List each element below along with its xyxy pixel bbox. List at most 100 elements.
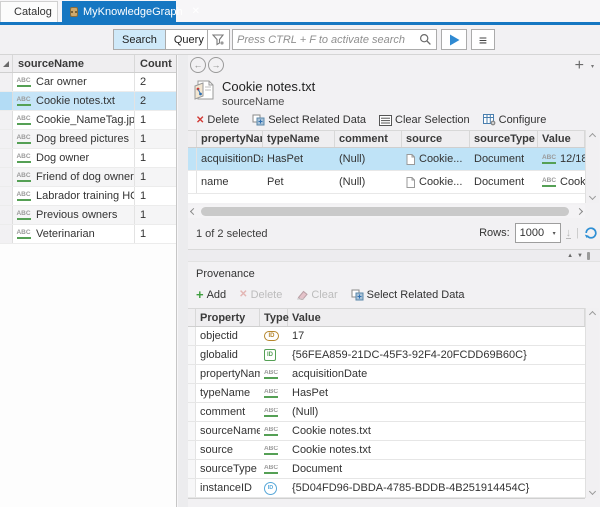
source-row[interactable]: ABCDog breed pictures1: [0, 130, 176, 149]
record-row[interactable]: acquisitionDateHasPet(Null)Cookie...Docu…: [188, 148, 585, 171]
provenance-row[interactable]: sourceABCCookie notes.txt: [188, 441, 585, 460]
record-row[interactable]: namePet(Null)Cookie...DocumentABCCookie: [188, 171, 585, 194]
provenance-row[interactable]: propertyNameABCacquisitionDate: [188, 365, 585, 384]
source-row[interactable]: ABCFriend of dog owner1: [0, 168, 176, 187]
vertical-splitter[interactable]: [178, 55, 188, 507]
select-related-data-button[interactable]: Select Related Data: [252, 114, 366, 126]
provenance-title: Provenance: [196, 268, 255, 280]
col-property[interactable]: Property: [196, 309, 260, 326]
row-selector[interactable]: [0, 206, 13, 224]
row-selector[interactable]: [188, 441, 196, 459]
row-selector[interactable]: [188, 422, 196, 440]
configure-button[interactable]: Configure: [483, 114, 547, 126]
source-row[interactable]: ABCVeterinarian1: [0, 225, 176, 244]
scroll-down-icon[interactable]: [589, 488, 596, 495]
provenance-toolbar: + Add ✕ Delete Clear Select Related Data: [196, 286, 596, 303]
row-selector[interactable]: [0, 149, 13, 167]
row-selector[interactable]: [0, 92, 13, 110]
col-source[interactable]: source: [402, 131, 470, 147]
provenance-row[interactable]: objectidID17: [188, 327, 585, 346]
col-value[interactable]: Value: [538, 131, 585, 147]
tab-catalog[interactable]: Catalog: [0, 1, 58, 22]
row-selector[interactable]: [0, 187, 13, 205]
row-selector[interactable]: [0, 73, 13, 91]
collapse-down-icon[interactable]: ▼: [577, 253, 583, 259]
row-selector[interactable]: [188, 460, 196, 478]
source-row[interactable]: ABCDog owner1: [0, 149, 176, 168]
delete-button[interactable]: ✕ Delete: [196, 114, 239, 126]
provenance-row[interactable]: typeNameABCHasPet: [188, 384, 585, 403]
refresh-icon[interactable]: [584, 226, 598, 240]
sourcename-column-header[interactable]: sourceName: [13, 58, 134, 70]
provenance-row[interactable]: instanceIDID{5D04FD96-DBDA-4785-BDDB-4B2…: [188, 479, 585, 498]
records-vertical-scrollbar[interactable]: [585, 130, 599, 203]
expand-corner-icon[interactable]: [0, 55, 13, 72]
scroll-down-icon[interactable]: [589, 193, 596, 200]
scroll-up-icon[interactable]: [589, 133, 596, 140]
scroll-right-icon[interactable]: [576, 208, 583, 215]
row-selector[interactable]: [188, 346, 196, 364]
source-row[interactable]: ABCCookie_NameTag.jpg1: [0, 111, 176, 130]
forward-button[interactable]: →: [208, 57, 224, 73]
type-cell: ABC: [13, 192, 34, 201]
source-cell: Cookie...: [402, 176, 470, 188]
source-row[interactable]: ABCCar owner2: [0, 73, 176, 92]
scrollbar-thumb[interactable]: [201, 207, 569, 216]
provenance-select-related-button[interactable]: Select Related Data: [351, 289, 465, 301]
row-selector[interactable]: [188, 403, 196, 421]
filter-button[interactable]: [207, 29, 230, 50]
source-row[interactable]: ABCPrevious owners1: [0, 206, 176, 225]
provenance-add-button[interactable]: + Add: [196, 287, 226, 302]
row-selector[interactable]: [188, 327, 196, 345]
add-card-button[interactable]: +: [575, 57, 584, 75]
scroll-left-icon[interactable]: [190, 208, 197, 215]
provenance-row[interactable]: sourceTypeABCDocument: [188, 460, 585, 479]
rows-count-dropdown[interactable]: 1000▾: [515, 223, 561, 243]
search-input[interactable]: [233, 31, 419, 48]
col-type[interactable]: Type: [260, 309, 288, 326]
count-cell: 1: [134, 225, 176, 243]
col-typename[interactable]: typeName: [263, 131, 335, 147]
count-cell: 1: [134, 187, 176, 205]
row-selector[interactable]: [188, 384, 196, 402]
provenance-row[interactable]: globalidID{56FEA859-21DC-45F3-92F4-20FCD…: [188, 346, 585, 365]
records-horizontal-scrollbar[interactable]: [188, 205, 585, 218]
row-selector[interactable]: [188, 171, 197, 193]
abc-icon: ABC: [17, 135, 31, 144]
clear-selection-button[interactable]: Clear Selection: [379, 114, 470, 126]
horizontal-splitter[interactable]: ▲ ▼: [188, 249, 600, 262]
row-selector[interactable]: [0, 111, 13, 129]
run-search-button[interactable]: [441, 29, 467, 50]
options-menu-button[interactable]: ≡: [471, 29, 495, 50]
tab-myknowledgegraph[interactable]: MyKnowledgeGraph ✕: [62, 1, 176, 22]
close-icon[interactable]: ✕: [192, 6, 200, 17]
col-comment[interactable]: comment: [335, 131, 402, 147]
col-value[interactable]: Value: [288, 309, 585, 326]
search-mode-button[interactable]: Search: [114, 30, 165, 49]
query-mode-button[interactable]: Query: [165, 30, 212, 49]
splitter-grip[interactable]: [587, 252, 590, 260]
provenance-vertical-scrollbar[interactable]: [585, 308, 599, 498]
provenance-row[interactable]: sourceNameABCCookie notes.txt: [188, 422, 585, 441]
provenance-delete-button[interactable]: ✕ Delete: [239, 289, 282, 301]
row-selector[interactable]: [188, 365, 196, 383]
row-selector[interactable]: [188, 479, 196, 497]
count-column-header[interactable]: Count: [134, 55, 176, 72]
provenance-clear-button[interactable]: Clear: [295, 289, 337, 301]
col-propertyname[interactable]: propertyName: [197, 131, 263, 147]
row-selector[interactable]: [0, 225, 13, 243]
col-sourcetype[interactable]: sourceType: [470, 131, 538, 147]
chevron-down-icon[interactable]: ▾: [591, 63, 594, 70]
back-button[interactable]: ←: [190, 57, 206, 73]
provenance-row[interactable]: commentABC(Null): [188, 403, 585, 422]
row-selector[interactable]: [0, 130, 13, 148]
scroll-up-icon[interactable]: [589, 311, 596, 318]
type-cell: ABC: [13, 230, 34, 239]
source-row[interactable]: ABCCookie notes.txt2: [0, 92, 176, 111]
source-row[interactable]: ABCLabrador training HQ1: [0, 187, 176, 206]
value-cell: Document: [288, 463, 585, 475]
collapse-up-icon[interactable]: ▲: [567, 253, 573, 259]
row-selector[interactable]: [188, 148, 197, 170]
row-selector[interactable]: [0, 168, 13, 186]
download-icon[interactable]: ↓: [566, 228, 572, 239]
